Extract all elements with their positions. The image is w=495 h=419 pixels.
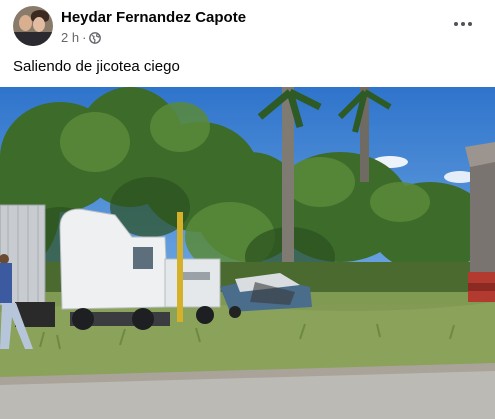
post-meta: 2 h · [61,30,102,45]
post-time[interactable]: 2 h [61,30,79,45]
post-text: Saliendo de jicotea ciego [13,58,180,75]
meta-separator: · [82,30,87,45]
author-avatar[interactable] [13,6,53,46]
post-header: Heydar Fernandez Capote 2 h · [0,0,495,54]
post-photo[interactable] [0,87,495,419]
author-name[interactable]: Heydar Fernandez Capote [61,9,246,26]
globe-icon [89,31,102,44]
more-options-icon[interactable] [449,12,477,36]
